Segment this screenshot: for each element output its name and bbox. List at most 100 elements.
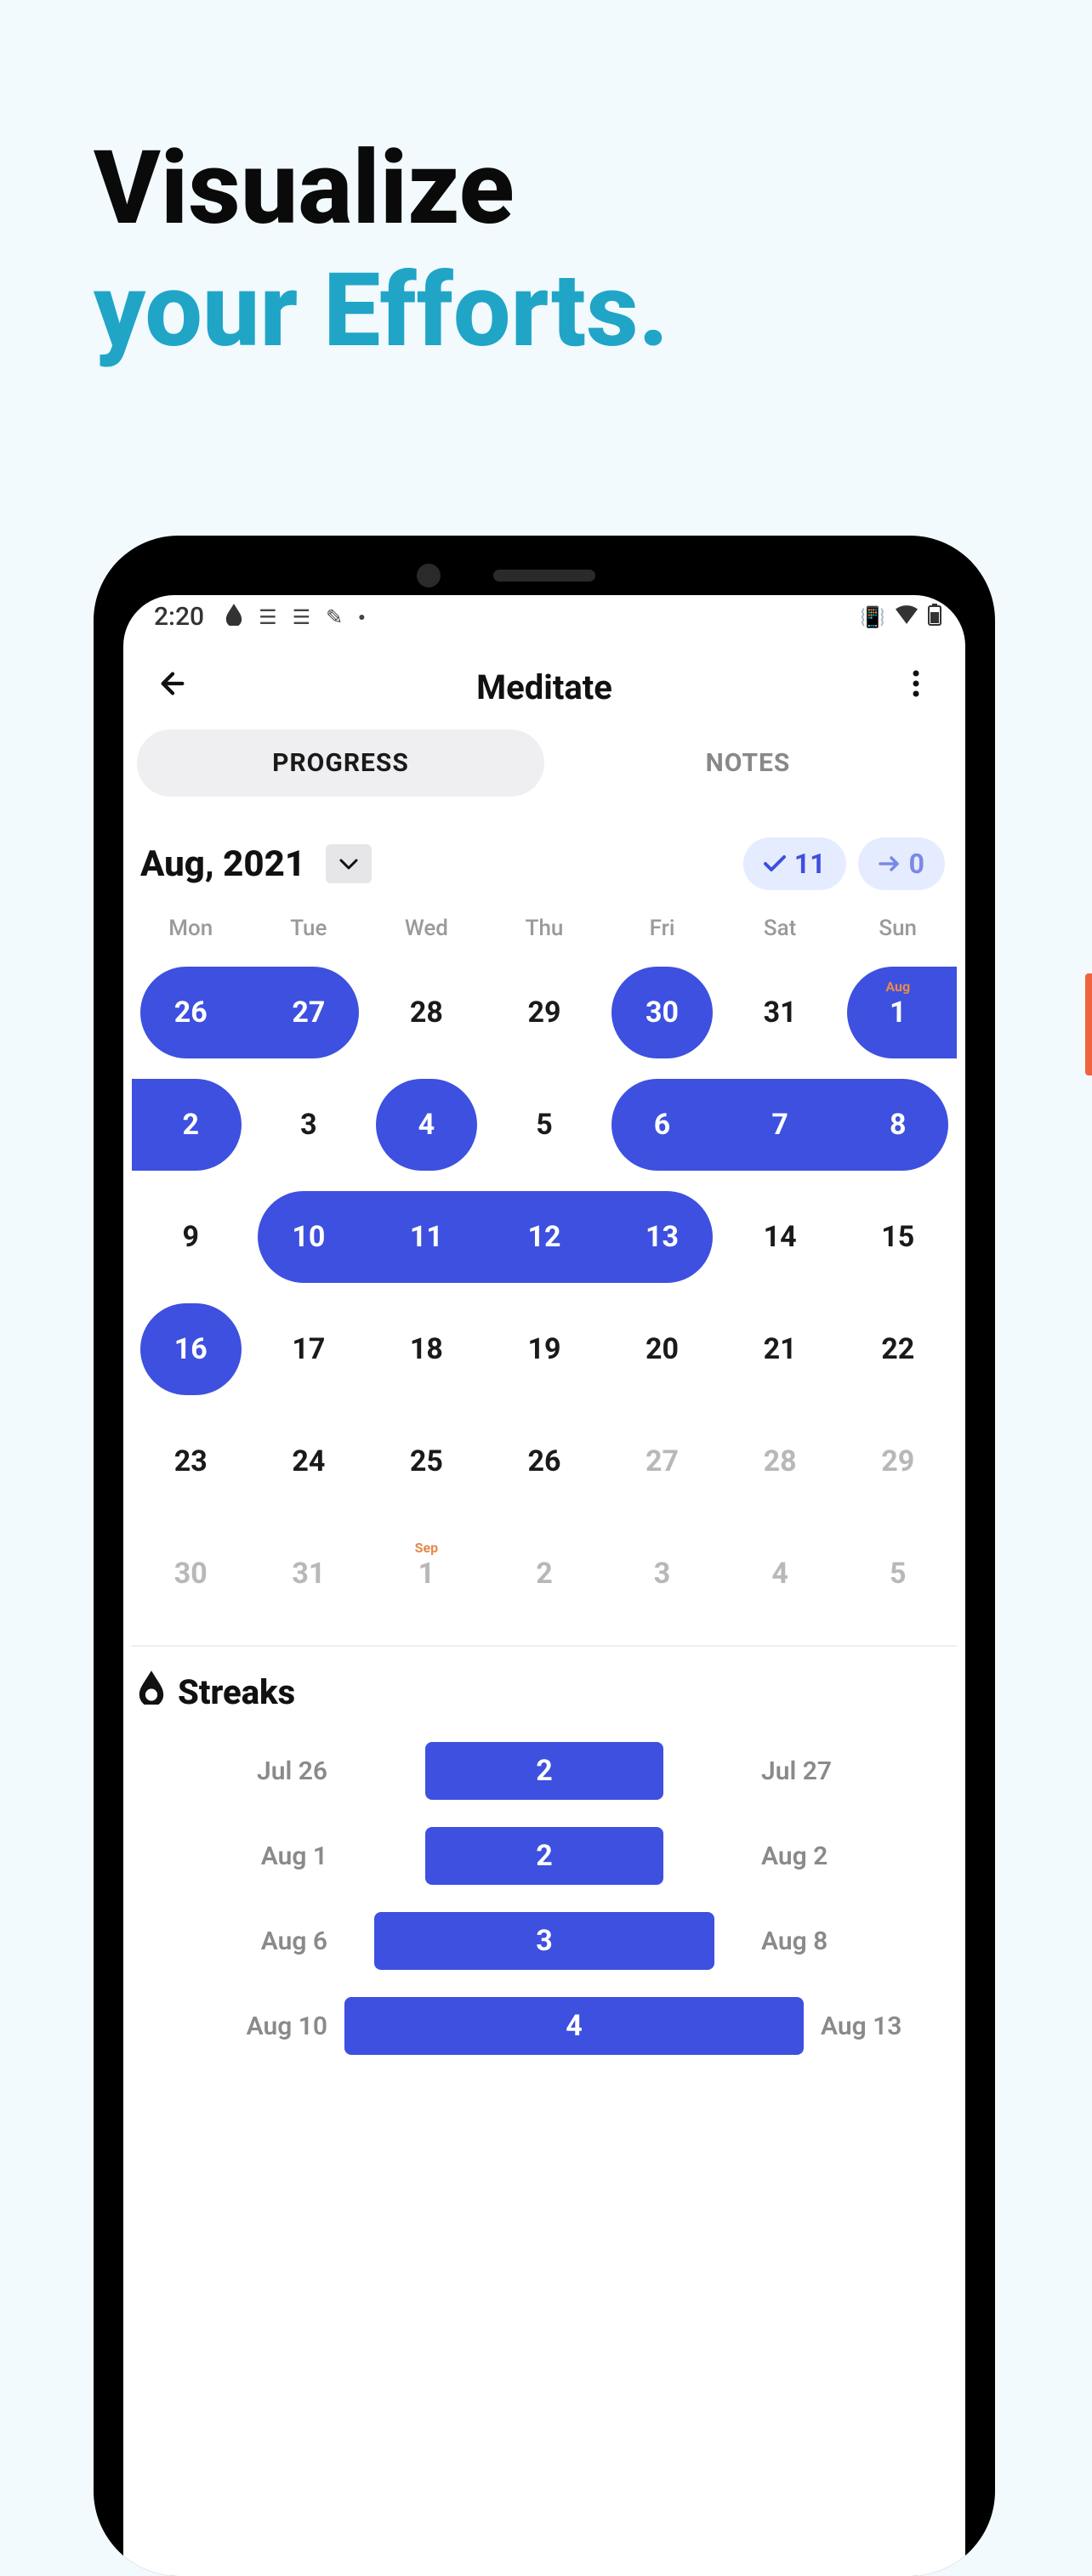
day-number: 2 xyxy=(183,1108,200,1142)
calendar-day[interactable]: 6 xyxy=(603,1069,721,1181)
day-number: 6 xyxy=(654,1108,671,1142)
calendar-day[interactable]: 5 xyxy=(486,1069,604,1181)
streak-row: Aug 63Aug 8 xyxy=(140,1912,948,1970)
streak-bar[interactable]: 4 xyxy=(344,1997,804,2055)
day-number: 12 xyxy=(527,1220,560,1254)
month-dropdown[interactable] xyxy=(326,844,372,883)
calendar-day[interactable]: 21 xyxy=(721,1293,839,1405)
calendar-day[interactable]: 3 xyxy=(250,1069,368,1181)
calendar-day[interactable]: 30 xyxy=(603,956,721,1069)
calendar-day[interactable]: 20 xyxy=(603,1293,721,1405)
calendar-day[interactable]: 2 xyxy=(132,1069,250,1181)
back-button[interactable] xyxy=(147,669,198,706)
calendar-day[interactable]: 19 xyxy=(486,1293,604,1405)
more-button[interactable] xyxy=(890,669,941,706)
status-right: 📳 xyxy=(860,604,941,631)
phone-side-button xyxy=(1085,973,1092,1075)
calendar-day[interactable]: 30 xyxy=(132,1518,250,1630)
calendar-day[interactable]: 10 xyxy=(250,1181,368,1293)
calendar-day[interactable]: Aug1 xyxy=(839,956,957,1069)
list-icon-2: ☰ xyxy=(293,605,311,629)
calendar-week: 3031Sep1234 5 xyxy=(132,1518,957,1630)
calendar-day[interactable]: 18 xyxy=(367,1293,486,1405)
chevron-down-icon xyxy=(339,859,358,871)
calendar-day[interactable]: 31 xyxy=(250,1518,368,1630)
skip-count-badge[interactable]: 0 xyxy=(858,837,945,890)
calendar-day[interactable]: 29 xyxy=(839,1405,957,1518)
day-of-week-header: MonTueWedThuFriSatSun xyxy=(132,916,957,956)
calendar-day[interactable]: 12 xyxy=(486,1181,604,1293)
calendar-day[interactable]: 13 xyxy=(603,1181,721,1293)
day-number: 3 xyxy=(300,1108,317,1142)
calendar-day[interactable]: 9 xyxy=(132,1181,250,1293)
calendar-day[interactable]: 17 xyxy=(250,1293,368,1405)
edit-icon: ✎ xyxy=(326,605,343,629)
day-number: 11 xyxy=(410,1220,443,1254)
done-count-badge[interactable]: 11 xyxy=(743,837,846,890)
calendar-day[interactable]: 7 xyxy=(721,1069,839,1181)
calendar-day[interactable]: 27 xyxy=(603,1405,721,1518)
arrow-right-icon xyxy=(879,855,901,872)
calendar-day[interactable]: 26 xyxy=(132,956,250,1069)
streak-bar[interactable]: 3 xyxy=(374,1912,714,1970)
streaks-list: Jul 262Jul 27Aug 12Aug 2Aug 63Aug 8Aug 1… xyxy=(123,1742,965,2055)
day-number: 20 xyxy=(646,1332,679,1366)
tab-notes[interactable]: NOTES xyxy=(544,729,952,797)
calendar-day[interactable]: 14 xyxy=(721,1181,839,1293)
day-number: 1 xyxy=(890,996,907,1030)
day-number: 7 xyxy=(771,1108,788,1142)
calendar-day[interactable]: 28 xyxy=(367,956,486,1069)
streaks-title: Streaks xyxy=(178,1672,295,1712)
calendar-day[interactable]: Sep1 xyxy=(367,1518,486,1630)
calendar: MonTueWedThuFriSatSun 262728293031Aug123… xyxy=(123,916,965,1630)
calendar-week: 262728293031Aug1 xyxy=(132,956,957,1069)
day-number: 23 xyxy=(174,1444,208,1478)
status-left: 2:20 ☰ ☰ ✎ ● xyxy=(154,602,366,632)
day-number: 27 xyxy=(292,996,325,1030)
calendar-day[interactable]: 5 xyxy=(839,1518,957,1630)
calendar-day[interactable]: 25 xyxy=(367,1405,486,1518)
calendar-day[interactable]: 27 xyxy=(250,956,368,1069)
tab-progress[interactable]: PROGRESS xyxy=(137,729,544,797)
calendar-week: 9 10 11 12 131415 xyxy=(132,1181,957,1293)
calendar-day[interactable]: 22 xyxy=(839,1293,957,1405)
day-number: 28 xyxy=(410,996,443,1030)
calendar-day[interactable]: 16 xyxy=(132,1293,250,1405)
list-icon: ☰ xyxy=(259,605,277,629)
calendar-day[interactable]: 2 xyxy=(486,1518,604,1630)
streak-start-label: Aug 1 xyxy=(140,1841,327,1871)
streak-end-label: Aug 2 xyxy=(761,1841,948,1871)
month-tag: Aug xyxy=(885,979,910,995)
calendar-day[interactable]: 29 xyxy=(486,956,604,1069)
streak-bar-wrap: 4 xyxy=(344,1997,804,2055)
calendar-day[interactable]: 24 xyxy=(250,1405,368,1518)
vibrate-icon: 📳 xyxy=(860,605,885,629)
app-header: Meditate xyxy=(123,635,965,729)
streak-end-label: Jul 27 xyxy=(761,1756,948,1786)
day-number: 29 xyxy=(527,996,560,1030)
dow-cell: Wed xyxy=(367,916,486,941)
streak-start-label: Aug 6 xyxy=(140,1926,327,1956)
calendar-day[interactable]: 3 xyxy=(603,1518,721,1630)
dow-cell: Mon xyxy=(132,916,250,941)
calendar-day[interactable]: 8 xyxy=(839,1069,957,1181)
day-number: 26 xyxy=(174,996,208,1030)
page-title: Meditate xyxy=(476,667,612,707)
day-number: 10 xyxy=(292,1220,325,1254)
dow-cell: Sat xyxy=(721,916,839,941)
day-number: 5 xyxy=(890,1557,907,1591)
calendar-day[interactable]: 28 xyxy=(721,1405,839,1518)
calendar-day[interactable]: 4 xyxy=(721,1518,839,1630)
dow-cell: Thu xyxy=(486,916,604,941)
day-number: 26 xyxy=(527,1444,560,1478)
calendar-day[interactable]: 26 xyxy=(486,1405,604,1518)
calendar-day[interactable]: 23 xyxy=(132,1405,250,1518)
calendar-day[interactable]: 15 xyxy=(839,1181,957,1293)
calendar-day[interactable]: 31 xyxy=(721,956,839,1069)
flame-icon xyxy=(137,1671,166,1713)
calendar-day[interactable]: 11 xyxy=(367,1181,486,1293)
streak-bar[interactable]: 2 xyxy=(425,1827,663,1885)
streak-bar[interactable]: 2 xyxy=(425,1742,663,1800)
day-number: 21 xyxy=(764,1332,797,1366)
calendar-day[interactable]: 4 xyxy=(367,1069,486,1181)
